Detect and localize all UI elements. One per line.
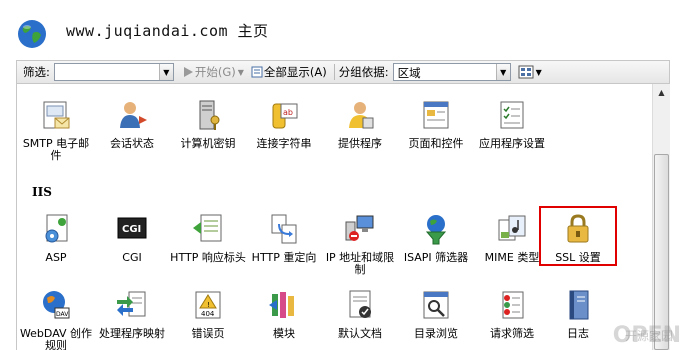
feature-label: IP 地址和域限制 <box>325 251 395 276</box>
view-button[interactable]: ▼ <box>515 62 545 82</box>
start-button[interactable]: 开始(G) ▼ <box>178 62 247 82</box>
feature-directory-browsing[interactable]: 目录浏览 <box>398 288 474 340</box>
page-title: www.juqiandai.com 主页 <box>66 22 269 40</box>
feature-providers[interactable]: 提供程序 <box>322 98 398 150</box>
chevron-down-icon[interactable]: ▼ <box>495 64 510 80</box>
feature-isapi-filters[interactable]: ISAPI 筛选器 <box>398 212 474 264</box>
error-page-icon: !404 <box>195 291 221 319</box>
chevron-down-icon[interactable]: ▼ <box>158 64 173 80</box>
feature-label: SMTP 电子邮件 <box>22 137 90 162</box>
highlight-box <box>539 206 617 266</box>
request-filtering-icon <box>502 291 524 319</box>
feature-label: 默认文档 <box>338 327 382 340</box>
feature-label: CGI <box>122 251 142 264</box>
feature-label: ISAPI 筛选器 <box>403 251 469 264</box>
feature-label: 目录浏览 <box>414 327 458 340</box>
show-all-label: 全部显示(A) <box>263 65 327 79</box>
feature-http-redirect[interactable]: HTTP 重定向 <box>246 212 322 264</box>
server-key-icon <box>199 100 220 130</box>
feature-app-settings[interactable]: 应用程序设置 <box>474 98 550 150</box>
feature-label: 模块 <box>273 327 295 340</box>
feature-cgi[interactable]: CGI CGI <box>94 212 170 264</box>
show-all-button[interactable]: 全部显示(A) <box>247 62 330 82</box>
play-icon <box>183 67 193 77</box>
directory-browsing-icon <box>423 291 449 319</box>
mail-icon <box>43 101 70 129</box>
feature-label: 计算机密钥 <box>180 137 236 150</box>
pages-controls-icon <box>423 101 449 129</box>
log-book-icon <box>569 290 589 320</box>
feature-logging[interactable]: 日志 <box>540 288 616 340</box>
feature-request-filtering[interactable]: 请求筛选 <box>474 288 550 340</box>
feature-label: ASP <box>45 251 67 264</box>
providers-icon <box>349 102 374 129</box>
webdav-icon: DAV <box>43 291 70 319</box>
feature-default-document[interactable]: 默认文档 <box>322 288 398 340</box>
scroll-thumb[interactable] <box>654 154 669 350</box>
ip-restrict-icon <box>345 215 374 241</box>
user-session-icon <box>120 102 147 128</box>
feature-label: 请求筛选 <box>490 327 534 340</box>
chevron-down-icon: ▼ <box>535 67 542 77</box>
view-icon <box>518 65 534 79</box>
scroll-up-icon[interactable]: ▲ <box>653 84 670 101</box>
feature-label: 连接字符串 <box>256 137 312 150</box>
feature-modules[interactable]: 模块 <box>246 288 322 340</box>
globe-icon <box>18 20 46 48</box>
feature-label: 会话状态 <box>110 137 154 150</box>
connection-string-icon: ab <box>272 103 298 129</box>
feature-label: HTTP 响应标头 <box>170 251 246 264</box>
feature-label: 页面和控件 <box>408 137 464 150</box>
response-headers-icon <box>193 214 222 242</box>
feature-handler-mappings[interactable]: 处理程序映射 <box>94 288 170 340</box>
watermark-text: 开源家园 <box>624 329 673 343</box>
redirect-icon <box>271 214 297 244</box>
feature-label: HTTP 重定向 <box>251 251 317 264</box>
feature-connection-strings[interactable]: ab 连接字符串 <box>246 98 322 150</box>
feature-session-state[interactable]: 会话状态 <box>94 98 170 150</box>
group-combo[interactable]: 区域 ▼ <box>392 63 511 81</box>
feature-label: 日志 <box>567 327 589 340</box>
feature-label: 应用程序设置 <box>479 137 545 150</box>
default-document-icon <box>349 290 371 318</box>
feature-asp[interactable]: ASP <box>18 212 94 264</box>
feature-pages-controls[interactable]: 页面和控件 <box>398 98 474 150</box>
feature-ip-domain-restrictions[interactable]: IP 地址和域限制 <box>322 212 398 276</box>
app-settings-icon <box>500 101 524 129</box>
feature-smtp[interactable]: SMTP 电子邮件 <box>18 98 94 162</box>
svg-text:DAV: DAV <box>56 311 69 318</box>
svg-text:404: 404 <box>201 310 215 318</box>
feature-webdav-rules[interactable]: DAV WebDAV 创作规则 <box>18 288 94 350</box>
toolbar-separator <box>333 64 335 80</box>
feature-label: WebDAV 创作规则 <box>19 327 93 350</box>
chevron-down-icon: ▼ <box>237 67 244 77</box>
svg-text:ab: ab <box>283 108 293 117</box>
feature-label: 处理程序映射 <box>99 327 165 340</box>
feature-label: 错误页 <box>191 327 225 340</box>
svg-text:CGI: CGI <box>122 224 141 235</box>
feature-machine-key[interactable]: 计算机密钥 <box>170 98 246 150</box>
handler-mappings-icon <box>117 291 146 317</box>
feature-error-pages[interactable]: ! 404 错误页 <box>170 288 246 340</box>
asp-icon <box>45 214 68 243</box>
show-all-icon <box>251 66 263 78</box>
group-value: 区域 <box>397 66 421 80</box>
filter-combo[interactable]: ▼ <box>53 63 174 81</box>
isapi-filter-icon <box>425 215 447 245</box>
section-iis-header: IIS <box>32 185 52 199</box>
feature-http-response-headers[interactable]: HTTP 响应标头 <box>170 212 246 264</box>
start-label: 开始(G) <box>194 65 236 79</box>
modules-icon <box>269 292 294 318</box>
feature-label: 提供程序 <box>338 137 382 150</box>
cgi-icon: CGI <box>117 217 147 239</box>
vertical-scrollbar[interactable]: ▲ <box>652 84 670 350</box>
filter-label: 筛选: <box>23 65 50 79</box>
page-header: www.juqiandai.com 主页 <box>0 0 687 60</box>
svg-text:!: ! <box>207 301 210 309</box>
features-toolbar: 筛选: ▼ 开始(G) ▼ 全部显示(A) 分组依据: 区域 ▼ ▼ <box>16 60 670 84</box>
group-label: 分组依据: <box>338 65 389 79</box>
mime-types-icon <box>498 215 526 241</box>
